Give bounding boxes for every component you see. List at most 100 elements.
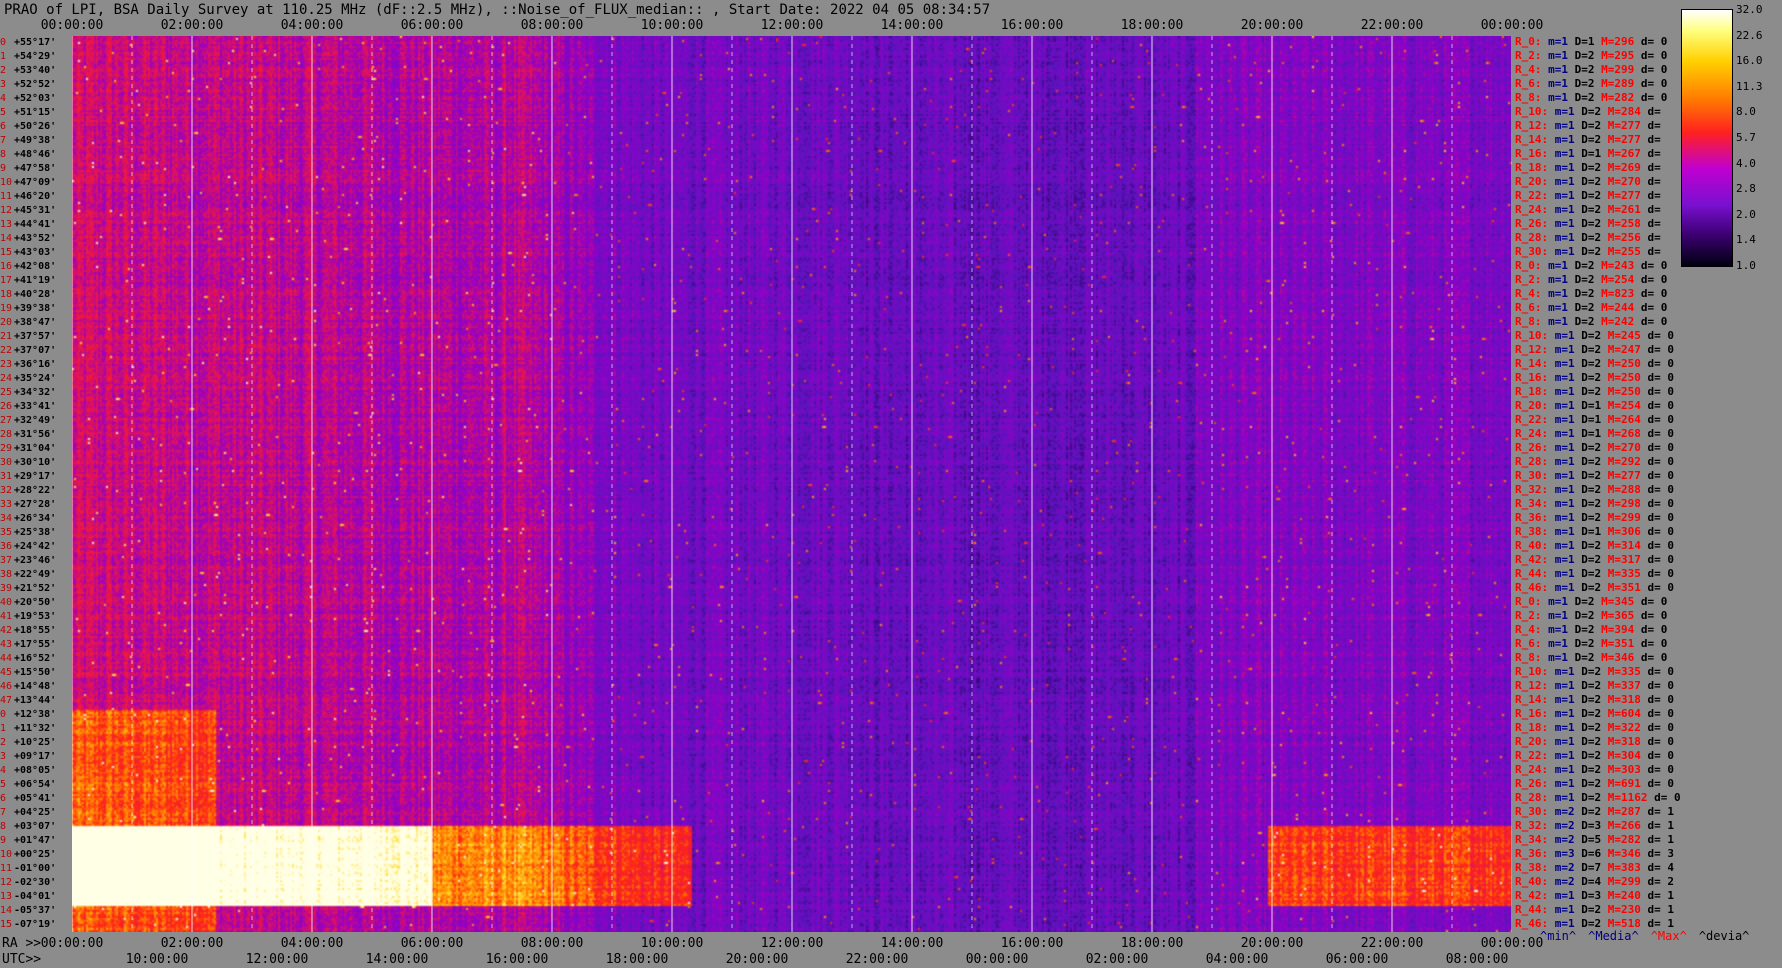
ra-tick-label: 02:00:00	[160, 936, 224, 951]
beam-stat-row: R_4: m=1 D=2 M=823 d= 0	[1515, 287, 1668, 300]
declination-label: 0 +55°17'	[0, 37, 57, 48]
beam-stat-row: R_40: m=2 D=4 M=299 d= 2	[1515, 875, 1674, 888]
ra-tick-label: 14:00:00	[880, 936, 944, 951]
beam-stat-row: R_12: m=1 D=2 M=337 d= 0	[1515, 679, 1674, 692]
ra-tick-label: 00:00:00	[40, 936, 104, 951]
utc-tick-label: 22:00:00	[845, 952, 909, 967]
colorbar-tick-label: 1.4	[1736, 233, 1756, 247]
beam-stat-row: R_46: m=1 D=2 M=351 d= 0	[1515, 581, 1674, 594]
top-tick-label: 00:00:00	[40, 18, 104, 33]
declination-label: 5 +06°54'	[0, 779, 57, 790]
declination-label: 45 +15°50'	[0, 667, 57, 678]
colorbar-tick-label: 5.7	[1736, 131, 1756, 144]
top-tick-label: 08:00:00	[520, 18, 584, 33]
beam-stat-row: R_42: m=1 D=3 M=240 d= 1	[1515, 889, 1674, 902]
legend-entry: ^Max^	[1650, 929, 1687, 943]
declination-label: 6 +05°41'	[0, 793, 57, 804]
utc-tick-label: 08:00:00	[1445, 952, 1509, 967]
ra-tick-label: 10:00:00	[640, 936, 704, 951]
beam-stat-row: R_18: m=1 D=2 M=322 d= 0	[1515, 721, 1674, 734]
ra-tick-label: 06:00:00	[400, 936, 464, 951]
ra-tick-label: 08:00:00	[520, 936, 584, 951]
beam-stat-row: R_30: m=1 D=2 M=277 d= 0	[1515, 469, 1674, 482]
utc-tick-label: 00:00:00	[965, 952, 1029, 967]
beam-stat-row: R_4: m=1 D=2 M=394 d= 0	[1515, 623, 1668, 636]
declination-label: 12 +45°31'	[0, 205, 57, 216]
beam-stat-row: R_12: m=1 D=2 M=277 d=	[1515, 119, 1661, 132]
declination-label: 21 +37°57'	[0, 331, 57, 342]
beam-stat-row: R_14: m=1 D=2 M=318 d= 0	[1515, 693, 1674, 706]
declination-label: 3 +09°17'	[0, 751, 57, 762]
beam-stat-row: R_24: m=1 D=2 M=261 d=	[1515, 203, 1661, 216]
declination-label: 7 +49°38'	[0, 135, 57, 146]
beam-stat-row: R_0: m=1 D=1 M=296 d= 0	[1515, 35, 1668, 48]
declination-label: 28 +31°56'	[0, 429, 57, 440]
declination-label: 15 -07°19'	[0, 919, 57, 930]
beam-stat-row: R_28: m=1 D=2 M=292 d= 0	[1515, 455, 1674, 468]
declination-label: 0 +12°38'	[0, 709, 57, 720]
declination-label: 16 +42°08'	[0, 261, 57, 272]
beam-stat-row: R_44: m=1 D=2 M=230 d= 1	[1515, 903, 1674, 916]
utc-axis-prefix: UTC>>	[2, 952, 42, 967]
legend-entry: ^Media^	[1588, 929, 1639, 943]
declination-label: 10 +47°09'	[0, 177, 57, 188]
ra-tick-label: 00:00:00	[1480, 936, 1544, 951]
beam-stats-panel: R_0: m=1 D=1 M=296 d= 0 R_2: m=1 D=2 M=29…	[1515, 35, 1681, 932]
colorbar-tick-label: 11.3	[1736, 79, 1763, 93]
beam-stat-row: R_36: m=1 D=2 M=299 d= 0	[1515, 511, 1674, 524]
top-tick-label: 22:00:00	[1360, 18, 1424, 33]
declination-label: 37 +23°46'	[0, 555, 57, 566]
top-tick-label: 04:00:00	[280, 18, 344, 33]
beam-stat-row: R_38: m=1 D=1 M=306 d= 0	[1515, 525, 1674, 538]
beam-stat-row: R_2: m=1 D=2 M=254 d= 0	[1515, 273, 1668, 286]
declination-label: 40 +20°50'	[0, 597, 57, 608]
declination-label: 30 +30°10'	[0, 457, 57, 468]
declination-label: 3 +52°52'	[0, 79, 57, 90]
declination-label: 2 +10°25'	[0, 737, 57, 748]
beam-stat-row: R_22: m=1 D=2 M=304 d= 0	[1515, 749, 1674, 762]
declination-label: 36 +24°42'	[0, 541, 57, 552]
beam-stat-row: R_24: m=1 D=1 M=268 d= 0	[1515, 427, 1674, 440]
colorbar-tick-label: 2.8	[1736, 182, 1756, 196]
declination-label: 13 -04°01'	[0, 891, 57, 902]
declination-label: 31 +29°17'	[0, 471, 57, 482]
declination-label: 6 +50°26'	[0, 121, 57, 132]
declination-label: 9 +01°47'	[0, 835, 57, 846]
beam-stat-row: R_20: m=1 D=2 M=318 d= 0	[1515, 735, 1674, 748]
declination-label: 44 +16°52'	[0, 653, 57, 664]
beam-stat-row: R_18: m=1 D=2 M=250 d= 0	[1515, 385, 1674, 398]
beam-stat-row: R_34: m=1 D=2 M=298 d= 0	[1515, 497, 1674, 510]
declination-label: 42 +18°55'	[0, 625, 57, 636]
beam-stat-row: R_14: m=1 D=2 M=250 d= 0	[1515, 357, 1674, 370]
top-tick-label: 16:00:00	[1000, 18, 1064, 33]
beam-stat-row: R_28: m=1 D=2 M=256 d=	[1515, 231, 1661, 244]
declination-label: 1 +11°32'	[0, 723, 57, 734]
grid-overlay	[72, 36, 1512, 932]
beam-stat-row: R_10: m=1 D=2 M=284 d=	[1515, 105, 1661, 118]
beam-stat-row: R_36: m=3 D=6 M=346 d= 3	[1515, 847, 1674, 860]
utc-tick-label: 04:00:00	[1205, 952, 1269, 967]
beam-stat-row: R_22: m=1 D=1 M=264 d= 0	[1515, 413, 1674, 426]
colorbar-tick-label: 2.0	[1736, 207, 1756, 221]
declination-label: 22 +37°07'	[0, 345, 57, 356]
ra-tick-label: 12:00:00	[760, 936, 824, 951]
beam-stat-row: R_40: m=1 D=2 M=314 d= 0	[1515, 539, 1674, 552]
beam-stat-row: R_26: m=1 D=2 M=691 d= 0	[1515, 777, 1674, 790]
chart-title: PRAO of LPI, BSA Daily Survey at 110.25 …	[4, 2, 991, 18]
beam-stat-row: R_42: m=1 D=2 M=317 d= 0	[1515, 553, 1674, 566]
colorbar	[1681, 9, 1733, 267]
legend-entry: ^devia^	[1698, 929, 1750, 943]
beam-stat-row: R_16: m=1 D=2 M=604 d= 0	[1515, 707, 1674, 720]
beam-stat-row: R_8: m=1 D=2 M=242 d= 0	[1515, 315, 1668, 328]
declination-label: 15 +43°03'	[0, 247, 57, 258]
beam-stat-row: R_6: m=1 D=2 M=351 d= 0	[1515, 637, 1668, 650]
beam-stat-row: R_16: m=1 D=1 M=267 d=	[1515, 147, 1661, 160]
declination-label: 41 +19°53'	[0, 611, 57, 622]
declination-label: 4 +52°03'	[0, 93, 57, 104]
declination-label: 18 +40°28'	[0, 289, 57, 300]
declination-label: 9 +47°58'	[0, 163, 57, 174]
beam-stat-row: R_28: m=1 D=2 M=1162 d= 0	[1515, 791, 1681, 804]
beam-stat-row: R_10: m=1 D=2 M=245 d= 0	[1515, 329, 1674, 342]
beam-stat-row: R_8: m=1 D=2 M=282 d= 0	[1515, 91, 1668, 104]
declination-label: 29 +31°04'	[0, 443, 57, 454]
